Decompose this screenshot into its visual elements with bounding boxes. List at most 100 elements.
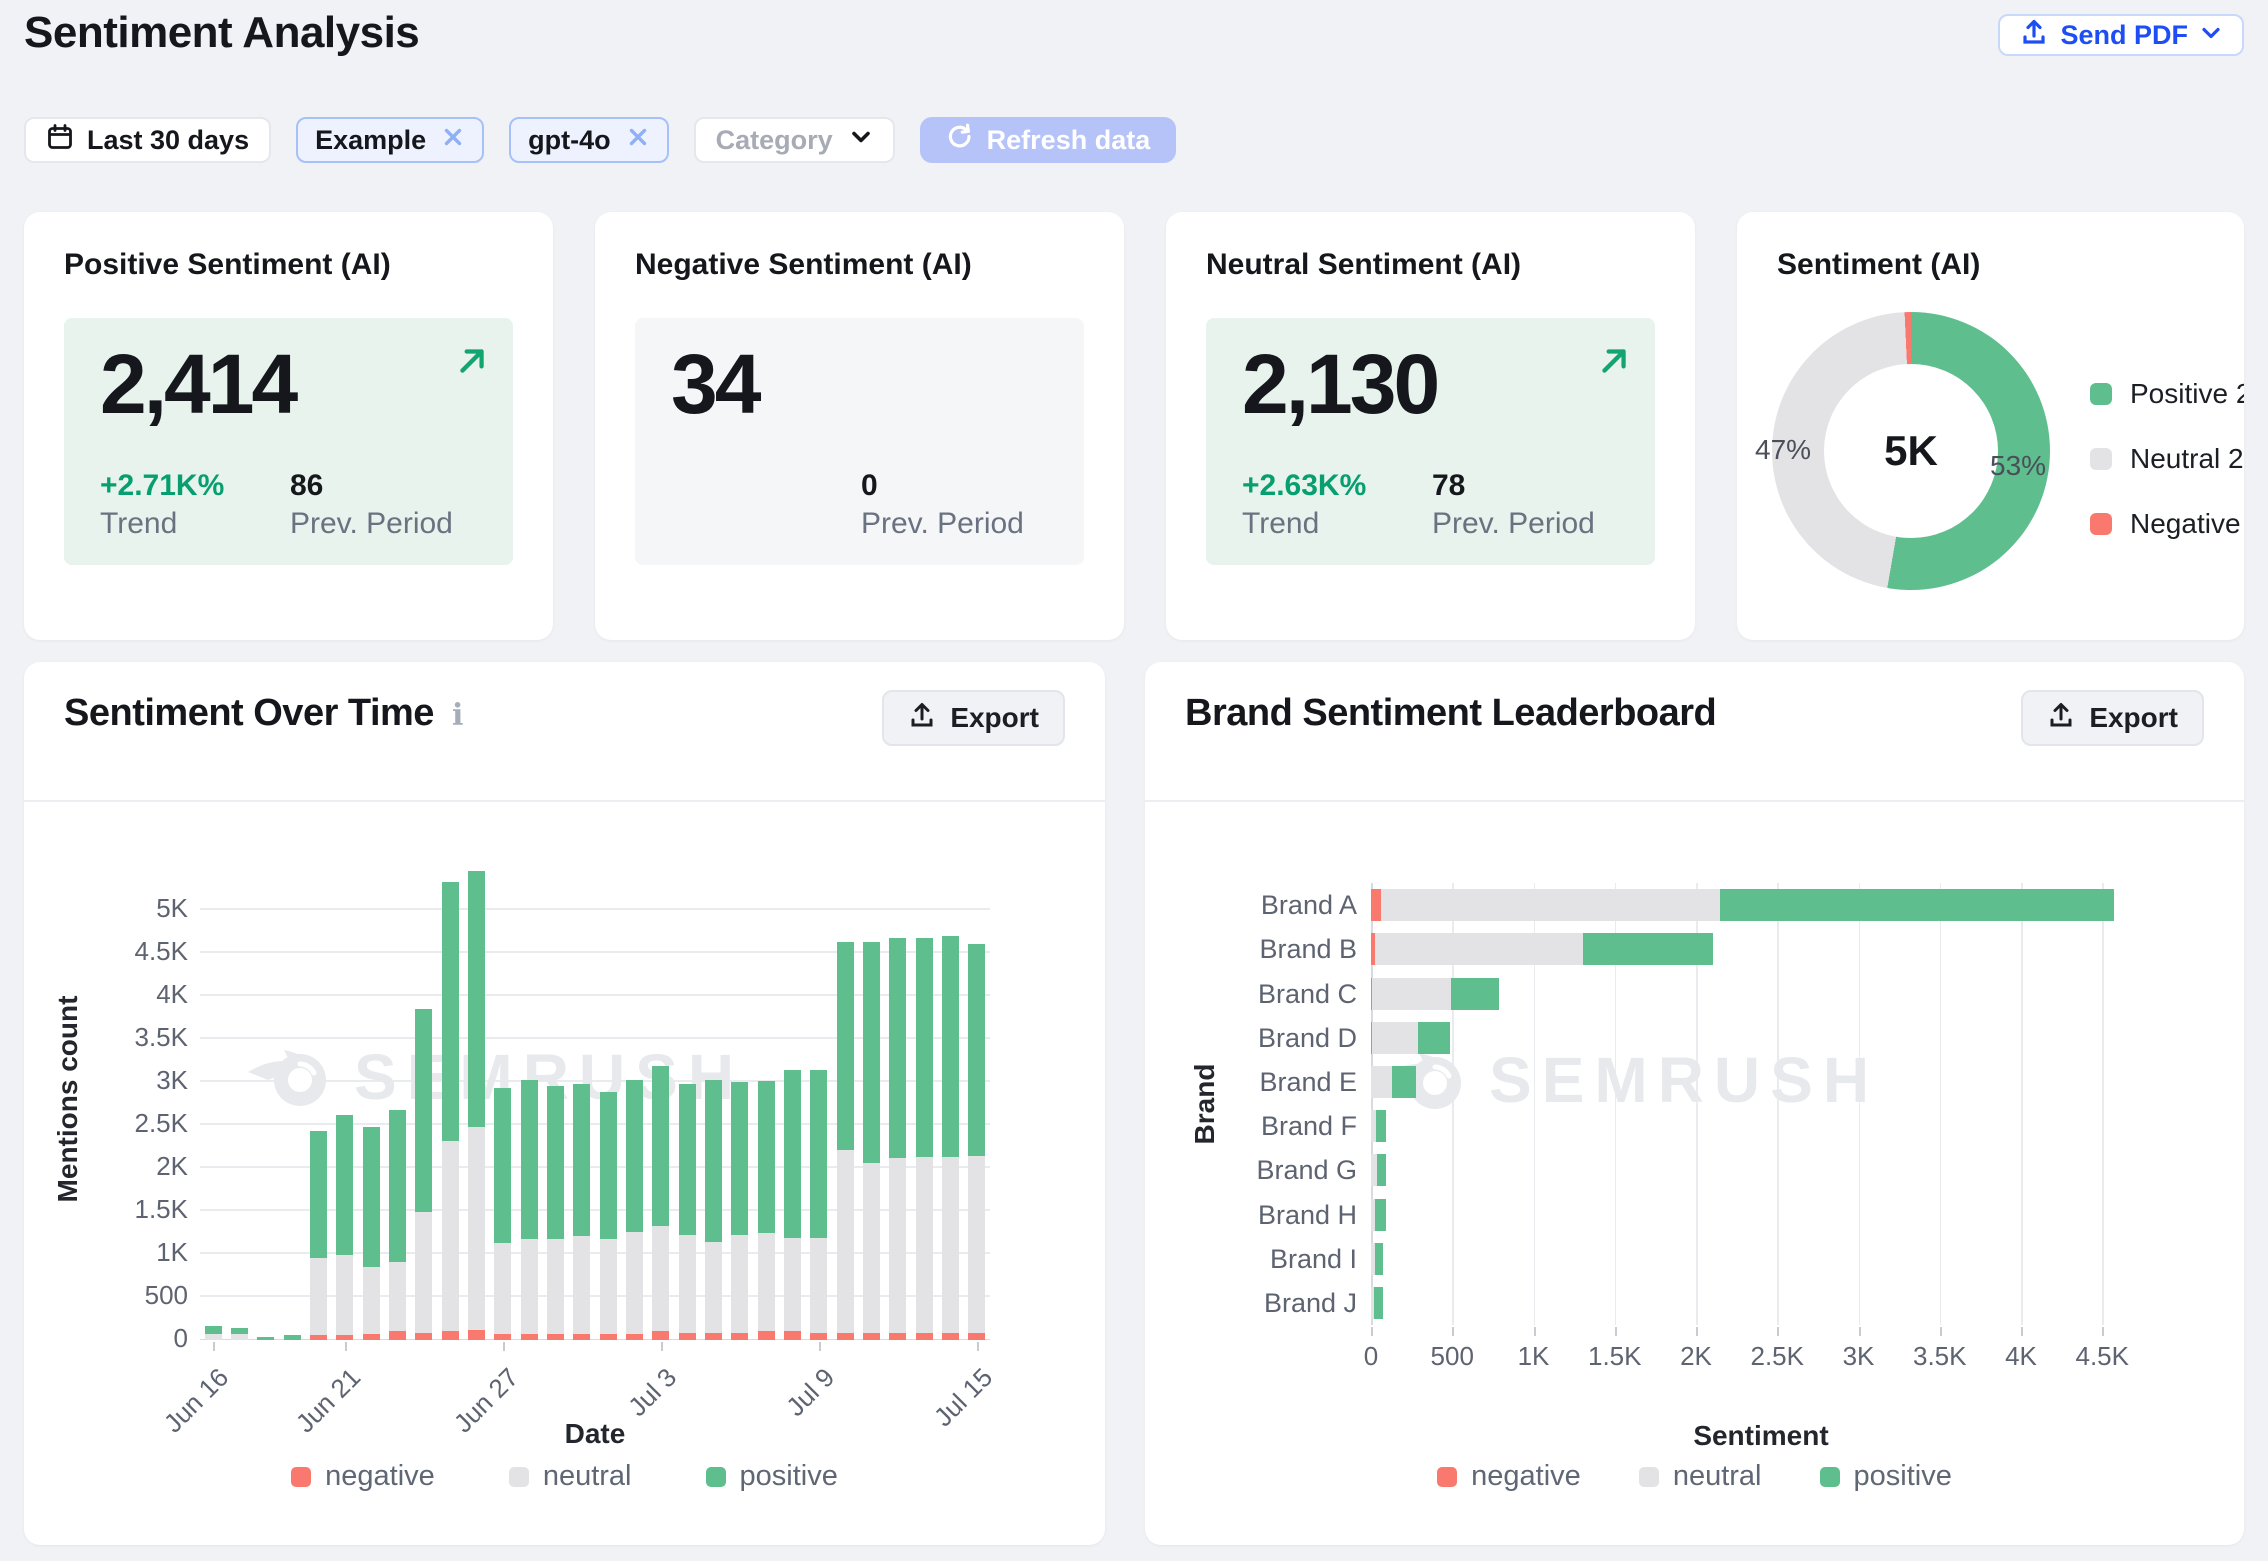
x-tick-mark: [1940, 1327, 1942, 1336]
kpi-panel: 2,414 +2.71K% Trend 86 Prev. Period: [64, 318, 513, 565]
chart-legend: negative neutral positive: [24, 1460, 1105, 1493]
x-tick-label: 0: [1326, 1341, 1416, 1372]
bar-jul-4: [679, 858, 696, 1340]
bar-segment-positive: [205, 1326, 222, 1334]
legend-swatch: [2090, 513, 2112, 535]
bar-segment-neutral: [889, 1158, 906, 1333]
bar-jul-12: [889, 858, 906, 1340]
donut-percent-positive: 53%: [1990, 450, 2046, 482]
category-dropdown[interactable]: Category: [694, 117, 895, 163]
bar-segment-negative: [705, 1333, 722, 1340]
bar-jun-18: [257, 858, 274, 1340]
kpi-panel: 34 0 Prev. Period: [635, 318, 1084, 565]
kpi-prev-block: 86 Prev. Period: [290, 469, 453, 541]
y-tick-label: 4.5K: [84, 936, 188, 967]
date-range-button[interactable]: Last 30 days: [24, 117, 271, 163]
kpi-prev-value: 0: [861, 469, 1024, 503]
legend-swatch: [2090, 383, 2112, 405]
legend-item-neutral: neutral: [509, 1460, 632, 1493]
bar-segment-neutral: [837, 1150, 854, 1333]
x-tick-mark: [661, 1342, 663, 1351]
bar-segment-positive: [336, 1115, 353, 1255]
bar-jul-8: [784, 858, 801, 1340]
bar-segment-neutral: [1381, 889, 1721, 921]
bar-segment-negative: [942, 1333, 959, 1340]
send-pdf-button[interactable]: Send PDF: [1998, 14, 2244, 56]
brand-label-brand-j: Brand J: [1207, 1288, 1357, 1319]
bar-segment-neutral: [231, 1334, 248, 1340]
y-tick-label: 2.5K: [84, 1108, 188, 1139]
bar-segment-positive: [494, 1088, 511, 1243]
donut-center-value: 5K: [1884, 427, 1938, 475]
bar-segment-positive: [389, 1110, 406, 1261]
bar-segment-neutral: [731, 1235, 748, 1333]
x-tick-mark: [2021, 1327, 2023, 1336]
legend-swatch: [2090, 448, 2112, 470]
legend-swatch: [509, 1467, 529, 1487]
x-tick-mark: [1615, 1327, 1617, 1336]
kpi-prev-label: Prev. Period: [1432, 507, 1595, 541]
kpi-card-positive: Positive Sentiment (AI) 2,414 +2.71K% Tr…: [24, 212, 553, 640]
y-tick-label: 3.5K: [84, 1022, 188, 1053]
kpi-trend-label: Trend: [1242, 507, 1432, 541]
bar-segment-neutral: [758, 1233, 775, 1330]
legend-swatch: [291, 1467, 311, 1487]
kpi-title: Positive Sentiment (AI): [64, 248, 391, 282]
refresh-data-button[interactable]: Refresh data: [920, 117, 1177, 163]
bar-segment-neutral: [916, 1157, 933, 1333]
bar-segment-negative: [810, 1333, 827, 1340]
close-icon[interactable]: [626, 125, 650, 156]
export-button[interactable]: Export: [2021, 690, 2204, 746]
bar-segment-positive: [758, 1081, 775, 1233]
x-tick-label: 4K: [1976, 1341, 2066, 1372]
kpi-panel: 2,130 +2.63K% Trend 78 Prev. Period: [1206, 318, 1655, 565]
legend-item-negative: negative: [291, 1460, 435, 1493]
legend-swatch: [706, 1467, 726, 1487]
brand-label-brand-b: Brand B: [1207, 934, 1357, 965]
kpi-prev-block: 0 Prev. Period: [861, 469, 1024, 541]
filter-chip-gpt-4o[interactable]: gpt-4o: [509, 117, 668, 163]
bar-jun-20: [310, 858, 327, 1340]
brand-label-brand-a: Brand A: [1207, 890, 1357, 921]
bar-segment-positive: [1583, 933, 1713, 965]
info-icon[interactable]: i: [452, 698, 463, 733]
kpi-value: 2,130: [1242, 336, 1437, 433]
close-icon[interactable]: [441, 125, 465, 156]
x-tick-mark: [213, 1342, 215, 1351]
legend-item-positive: positive: [706, 1460, 838, 1493]
brand-leaderboard-card: Brand Sentiment Leaderboard Export Brand…: [1145, 662, 2244, 1545]
page-header: Sentiment Analysis Send PDF: [24, 8, 2244, 68]
brand-label-brand-e: Brand E: [1207, 1067, 1357, 1098]
kpi-prev-label: Prev. Period: [861, 507, 1024, 541]
bar-jul-7: [758, 858, 775, 1340]
refresh-icon: [946, 123, 973, 157]
sentiment-over-time-card: Sentiment Over Time i Export Mentions co…: [24, 662, 1105, 1545]
legend-item-positive: positive: [1820, 1460, 1952, 1493]
kpi-trend-value: +2.71K%: [100, 469, 290, 503]
bar-segment-positive: [837, 942, 854, 1149]
bar-jul-3: [652, 858, 669, 1340]
kpi-trend-block: [671, 469, 861, 541]
kpi-card-neutral: Neutral Sentiment (AI) 2,130 +2.63K% Tre…: [1166, 212, 1695, 640]
bar-segment-negative: [758, 1331, 775, 1340]
gridline: [2102, 883, 2104, 1325]
chevron-down-icon: [2200, 20, 2222, 51]
bar-segment-neutral: [1375, 933, 1583, 965]
legend-item-positive: Positive 2.4K: [2090, 378, 2244, 410]
bar-segment-negative: [1371, 889, 1381, 921]
x-tick-label: 1K: [1489, 1341, 1579, 1372]
brand-label-brand-i: Brand I: [1207, 1244, 1357, 1275]
bar-segment-positive: [784, 1070, 801, 1239]
filter-chip-example[interactable]: Example: [296, 117, 484, 163]
bar-segment-negative: [521, 1334, 538, 1340]
sentiment-donut-card: Sentiment (AI) 5K 47% 53% Positive 2.4KN…: [1737, 212, 2244, 640]
bar-segment-neutral: [810, 1238, 827, 1333]
bar-segment-negative: [837, 1333, 854, 1340]
bar-segment-positive: [863, 942, 880, 1162]
charts-row: Sentiment Over Time i Export Mentions co…: [24, 662, 2244, 1545]
x-axis-title: Sentiment: [1371, 1420, 2151, 1452]
bar-segment-negative: [968, 1333, 985, 1340]
x-tick-label: 2K: [1651, 1341, 1741, 1372]
brand-label-brand-g: Brand G: [1207, 1155, 1357, 1186]
export-button[interactable]: Export: [882, 690, 1065, 746]
